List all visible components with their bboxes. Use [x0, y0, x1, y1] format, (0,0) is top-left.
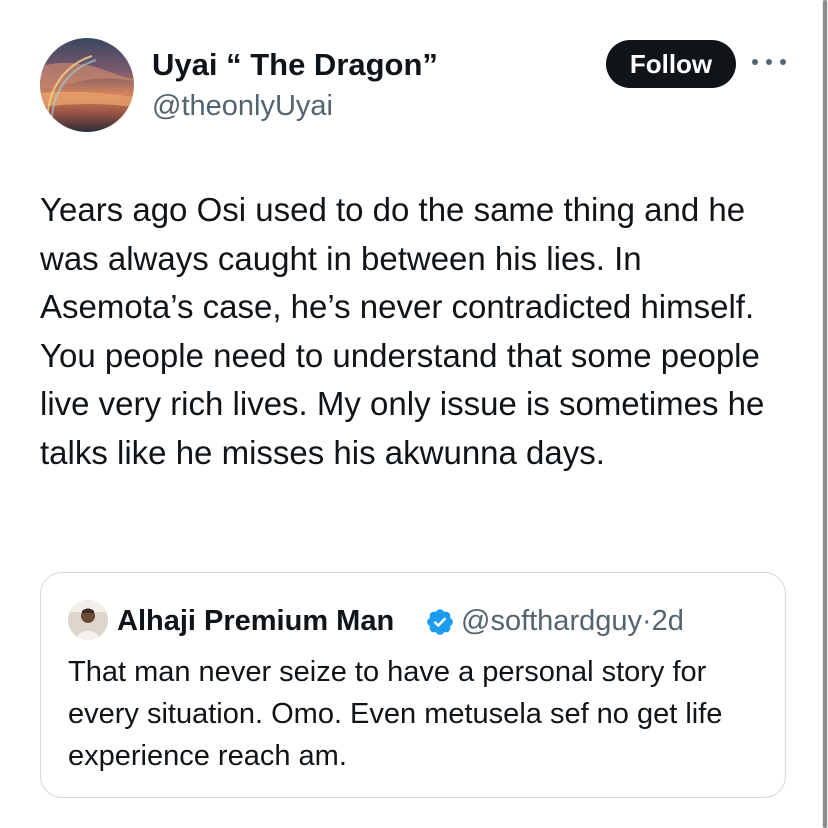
follow-button[interactable]: Follow [606, 40, 736, 88]
more-dot [766, 59, 772, 65]
author-handle[interactable]: @theonlyUyai [152, 88, 333, 124]
sunset-sky-avatar-icon [40, 38, 134, 132]
quoted-tweet-card[interactable]: Alhaji Premium Man @softhardguy·2d That … [40, 572, 786, 798]
quoted-tweet-meta: @softhardguy·2d [461, 603, 684, 639]
quoted-tweet-text: That man never seize to have a personal … [68, 656, 723, 772]
tweet-header: Uyai “ The Dragon” @theonlyUyai Follow [40, 38, 800, 134]
quoted-tweet-time[interactable]: 2d [652, 605, 684, 637]
tweet-text: Years ago Osi used to do the same thing … [40, 191, 765, 471]
quoted-author-handle[interactable]: @softhardguy [461, 605, 642, 637]
quoted-author-display-name[interactable]: Alhaji Premium Man [117, 603, 394, 639]
more-horizontal-icon[interactable] [752, 52, 786, 72]
meta-separator: · [641, 605, 652, 637]
quoted-author-avatar[interactable] [68, 600, 108, 640]
author-avatar[interactable] [40, 38, 134, 132]
author-display-name[interactable]: Uyai “ The Dragon” [152, 46, 438, 84]
scrollbar-thumb[interactable] [823, 0, 827, 828]
scrollbar[interactable] [822, 0, 828, 828]
verified-badge-icon [427, 609, 453, 635]
person-avatar-icon [68, 600, 108, 640]
more-dot [780, 59, 786, 65]
more-dot [752, 59, 758, 65]
